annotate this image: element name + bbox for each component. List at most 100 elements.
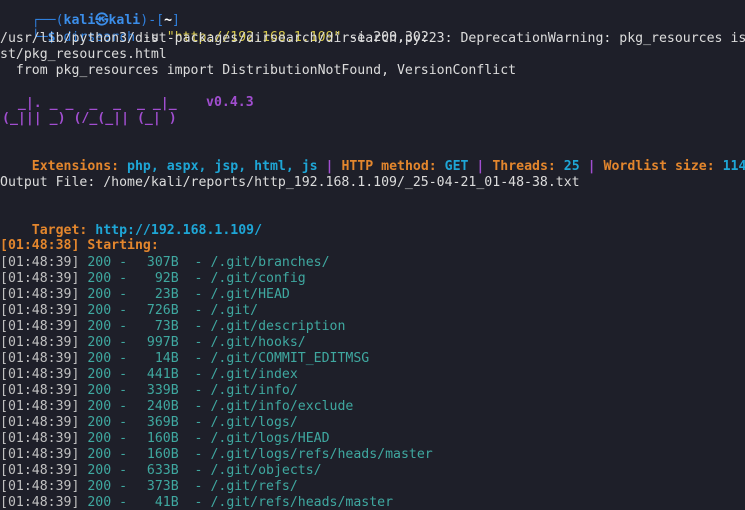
- result-size: 240B: [146, 399, 179, 414]
- result-row: [01:48:39] 200 - 92B - /.git/config: [0, 271, 306, 287]
- result-time: [01:48:39]: [0, 367, 80, 382]
- result-row: [01:48:39] 200 - 14B - /.git/COMMIT_EDIT…: [0, 351, 369, 367]
- target-url: http://192.168.1.109/: [95, 223, 263, 238]
- result-row: [01:48:39] 200 - 160B - /.git/logs/refs/…: [0, 447, 433, 463]
- banner-version: v0.4.3: [206, 95, 254, 110]
- target-line: Target: http://192.168.1.109/: [0, 207, 262, 238]
- result-status: 200: [87, 399, 112, 414]
- command-line[interactable]: └─$ dirsearch -u "http://192.168.1.109" …: [0, 14, 429, 45]
- result-row: [01:48:39] 200 - 307B - /.git/branches/: [0, 255, 330, 271]
- result-time: [01:48:39]: [0, 351, 80, 366]
- result-separator: -: [178, 303, 211, 318]
- result-size: 160B: [146, 447, 179, 462]
- result-size: 41B: [154, 495, 179, 510]
- result-separator: -: [178, 271, 211, 286]
- scan-starting-line: [01:48:38] Starting:: [0, 238, 159, 253]
- result-separator: -: [111, 447, 136, 462]
- result-status: 200: [87, 447, 112, 462]
- threads-value: 25: [563, 159, 580, 174]
- result-separator: -: [111, 255, 136, 270]
- wordlist-size-value: 11460: [722, 159, 745, 174]
- result-time: [01:48:39]: [0, 287, 80, 302]
- result-separator: -: [111, 399, 136, 414]
- result-separator: -: [111, 303, 136, 318]
- result-path: /.git/index: [210, 367, 298, 382]
- result-size: 73B: [154, 319, 179, 334]
- warning-line-3: from pkg_resources import DistributionNo…: [0, 63, 517, 78]
- warning-line-1: /usr/lib/python3/dist-packages/dirsearch…: [0, 31, 745, 46]
- banner-art-bottom: (_||| _) (/_(_|| (_| ): [2, 111, 177, 126]
- result-separator: -: [111, 319, 136, 334]
- result-separator: -: [111, 287, 136, 302]
- result-status: 200: [87, 287, 112, 302]
- result-separator: -: [111, 431, 136, 446]
- result-path: /.git/refs/: [210, 479, 298, 494]
- result-size: 160B: [146, 431, 179, 446]
- config-separator: |: [579, 159, 604, 174]
- output-file-line: Output File: /home/kali/reports/http_192…: [0, 175, 580, 190]
- result-status: 200: [87, 351, 112, 366]
- result-time: [01:48:39]: [0, 463, 80, 478]
- result-separator: -: [111, 367, 136, 382]
- prompt-header: ┌──(kali㉿kali)-[~]: [0, 0, 180, 28]
- result-status: 200: [87, 303, 112, 318]
- result-separator: -: [178, 447, 211, 462]
- result-size: 997B: [146, 335, 179, 350]
- result-separator: -: [178, 351, 211, 366]
- result-separator: -: [178, 335, 211, 350]
- result-separator: -: [178, 431, 211, 446]
- result-separator: -: [178, 463, 211, 478]
- result-path: /.git/logs/HEAD: [210, 431, 330, 446]
- result-path: /.git/COMMIT_EDITMSG: [210, 351, 370, 366]
- result-row: [01:48:39] 200 - 160B - /.git/logs/HEAD: [0, 431, 330, 447]
- result-separator: -: [178, 319, 211, 334]
- result-status: 200: [87, 495, 112, 510]
- config-separator: |: [468, 159, 493, 174]
- result-size: 14B: [154, 351, 179, 366]
- result-path: /.git/HEAD: [210, 287, 290, 302]
- result-path: /.git/: [210, 303, 259, 318]
- result-size: 23B: [154, 287, 179, 302]
- result-separator: -: [111, 479, 136, 494]
- result-path: /.git/objects/: [210, 463, 322, 478]
- result-status: 200: [87, 463, 112, 478]
- result-time: [01:48:39]: [0, 431, 80, 446]
- result-time: [01:48:39]: [0, 447, 80, 462]
- result-path: /.git/refs/heads/master: [210, 495, 394, 510]
- result-path: /.git/hooks/: [210, 335, 306, 350]
- result-status: 200: [87, 255, 112, 270]
- result-separator: -: [111, 463, 136, 478]
- result-status: 200: [87, 479, 112, 494]
- result-separator: -: [111, 495, 136, 510]
- result-separator: -: [178, 415, 211, 430]
- result-row: [01:48:39] 200 - 373B - /.git/refs/: [0, 479, 298, 495]
- result-row: [01:48:39] 200 - 441B - /.git/index: [0, 367, 298, 383]
- result-size: 339B: [146, 383, 179, 398]
- result-separator: -: [111, 415, 136, 430]
- result-row: [01:48:39] 200 - 997B - /.git/hooks/: [0, 335, 306, 351]
- result-separator: -: [111, 351, 136, 366]
- result-status: 200: [87, 271, 112, 286]
- result-status: 200: [87, 335, 112, 350]
- result-time: [01:48:39]: [0, 415, 80, 430]
- result-row: [01:48:39] 200 - 726B - /.git/: [0, 303, 258, 319]
- result-size: 307B: [146, 255, 179, 270]
- result-time: [01:48:39]: [0, 383, 80, 398]
- result-status: 200: [87, 415, 112, 430]
- terminal-window[interactable]: ┌──(kali㉿kali)-[~] └─$ dirsearch -u "htt…: [0, 0, 745, 510]
- http-method-label: HTTP method:: [341, 159, 445, 174]
- result-row: [01:48:39] 200 - 240B - /.git/info/exclu…: [0, 399, 353, 415]
- result-separator: -: [178, 479, 211, 494]
- result-time: [01:48:39]: [0, 335, 80, 350]
- result-separator: -: [178, 255, 211, 270]
- threads-label: Threads:: [492, 159, 564, 174]
- extensions-label: Extensions:: [31, 159, 128, 174]
- result-separator: -: [111, 271, 136, 286]
- result-path: /.git/logs/: [210, 415, 298, 430]
- result-time: [01:48:39]: [0, 319, 80, 334]
- result-status: 200: [87, 367, 112, 382]
- result-status: 200: [87, 383, 112, 398]
- result-separator: -: [111, 383, 136, 398]
- result-path: /.git/config: [210, 271, 306, 286]
- result-row: [01:48:39] 200 - 73B - /.git/description: [0, 319, 345, 335]
